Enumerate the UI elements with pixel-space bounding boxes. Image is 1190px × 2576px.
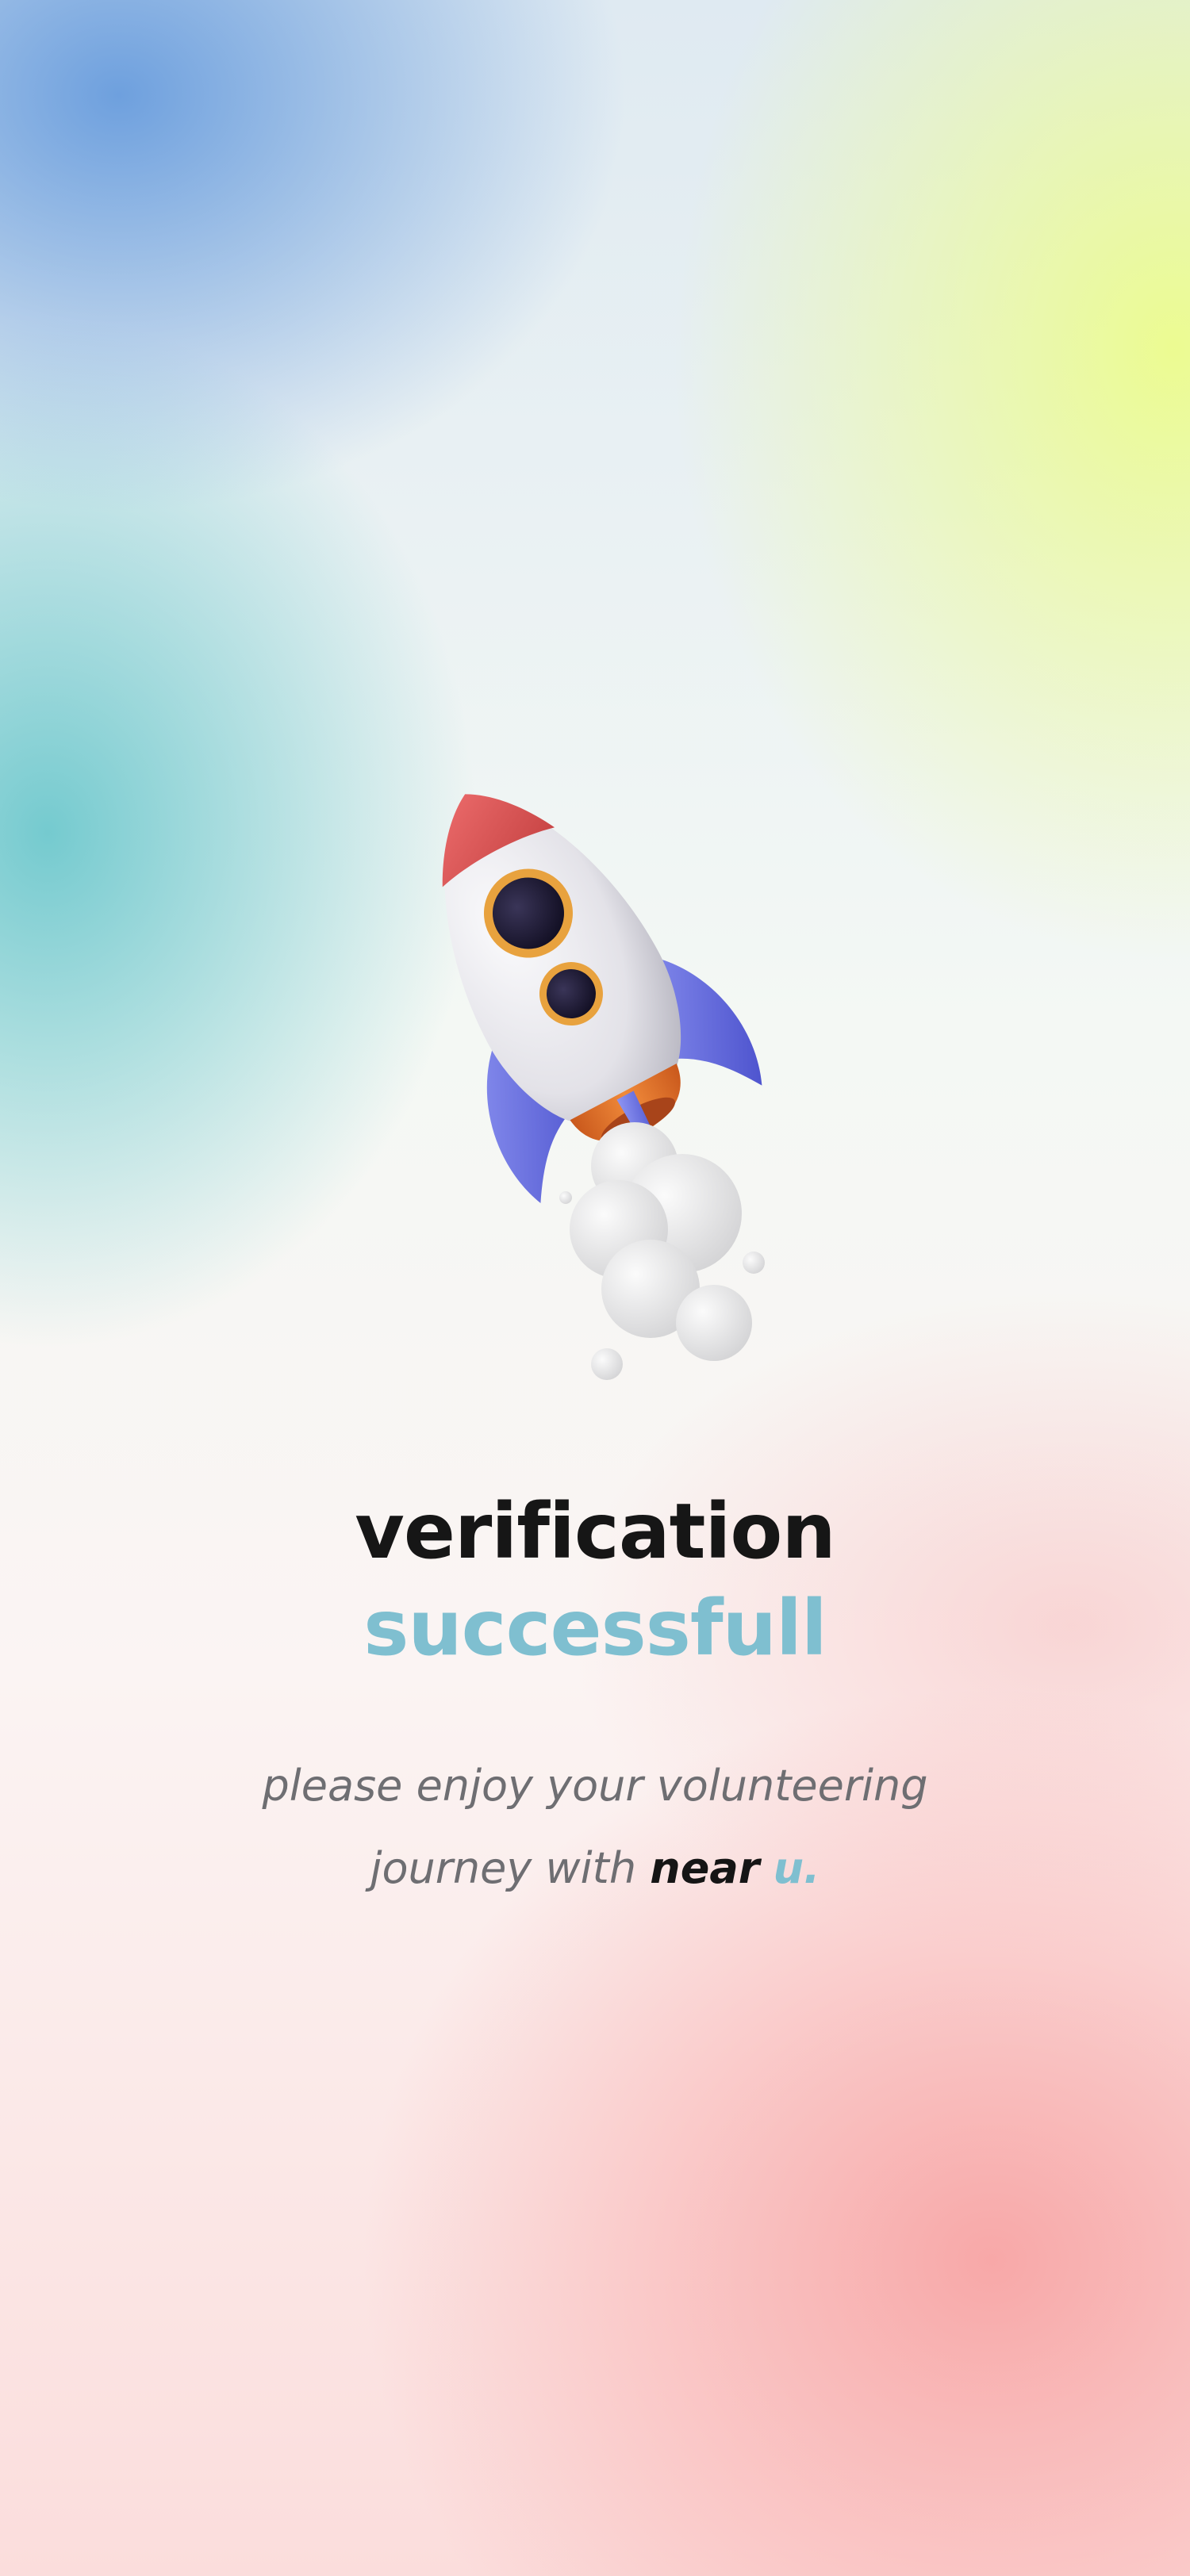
subtitle-line-2: journey with near u. (0, 1827, 1190, 1910)
brand-name-near: near (650, 1843, 760, 1893)
title-successfull: successfull (363, 1584, 827, 1673)
title-verification: verification (355, 1487, 835, 1576)
subtitle-line-1: please enjoy your volunteering (0, 1745, 1190, 1827)
subtitle-line-1-text: please enjoy your volunteering (262, 1761, 928, 1811)
brand-name-u: u. (773, 1843, 820, 1893)
page-title: verification successfull (0, 1483, 1190, 1677)
subtitle-message: please enjoy your volunteering journey w… (0, 1745, 1190, 1910)
subtitle-line-2-prefix: journey with (370, 1843, 637, 1893)
rocket-icon (381, 738, 793, 1388)
verification-success-screen: verification successfull please enjoy yo… (0, 0, 1190, 2576)
